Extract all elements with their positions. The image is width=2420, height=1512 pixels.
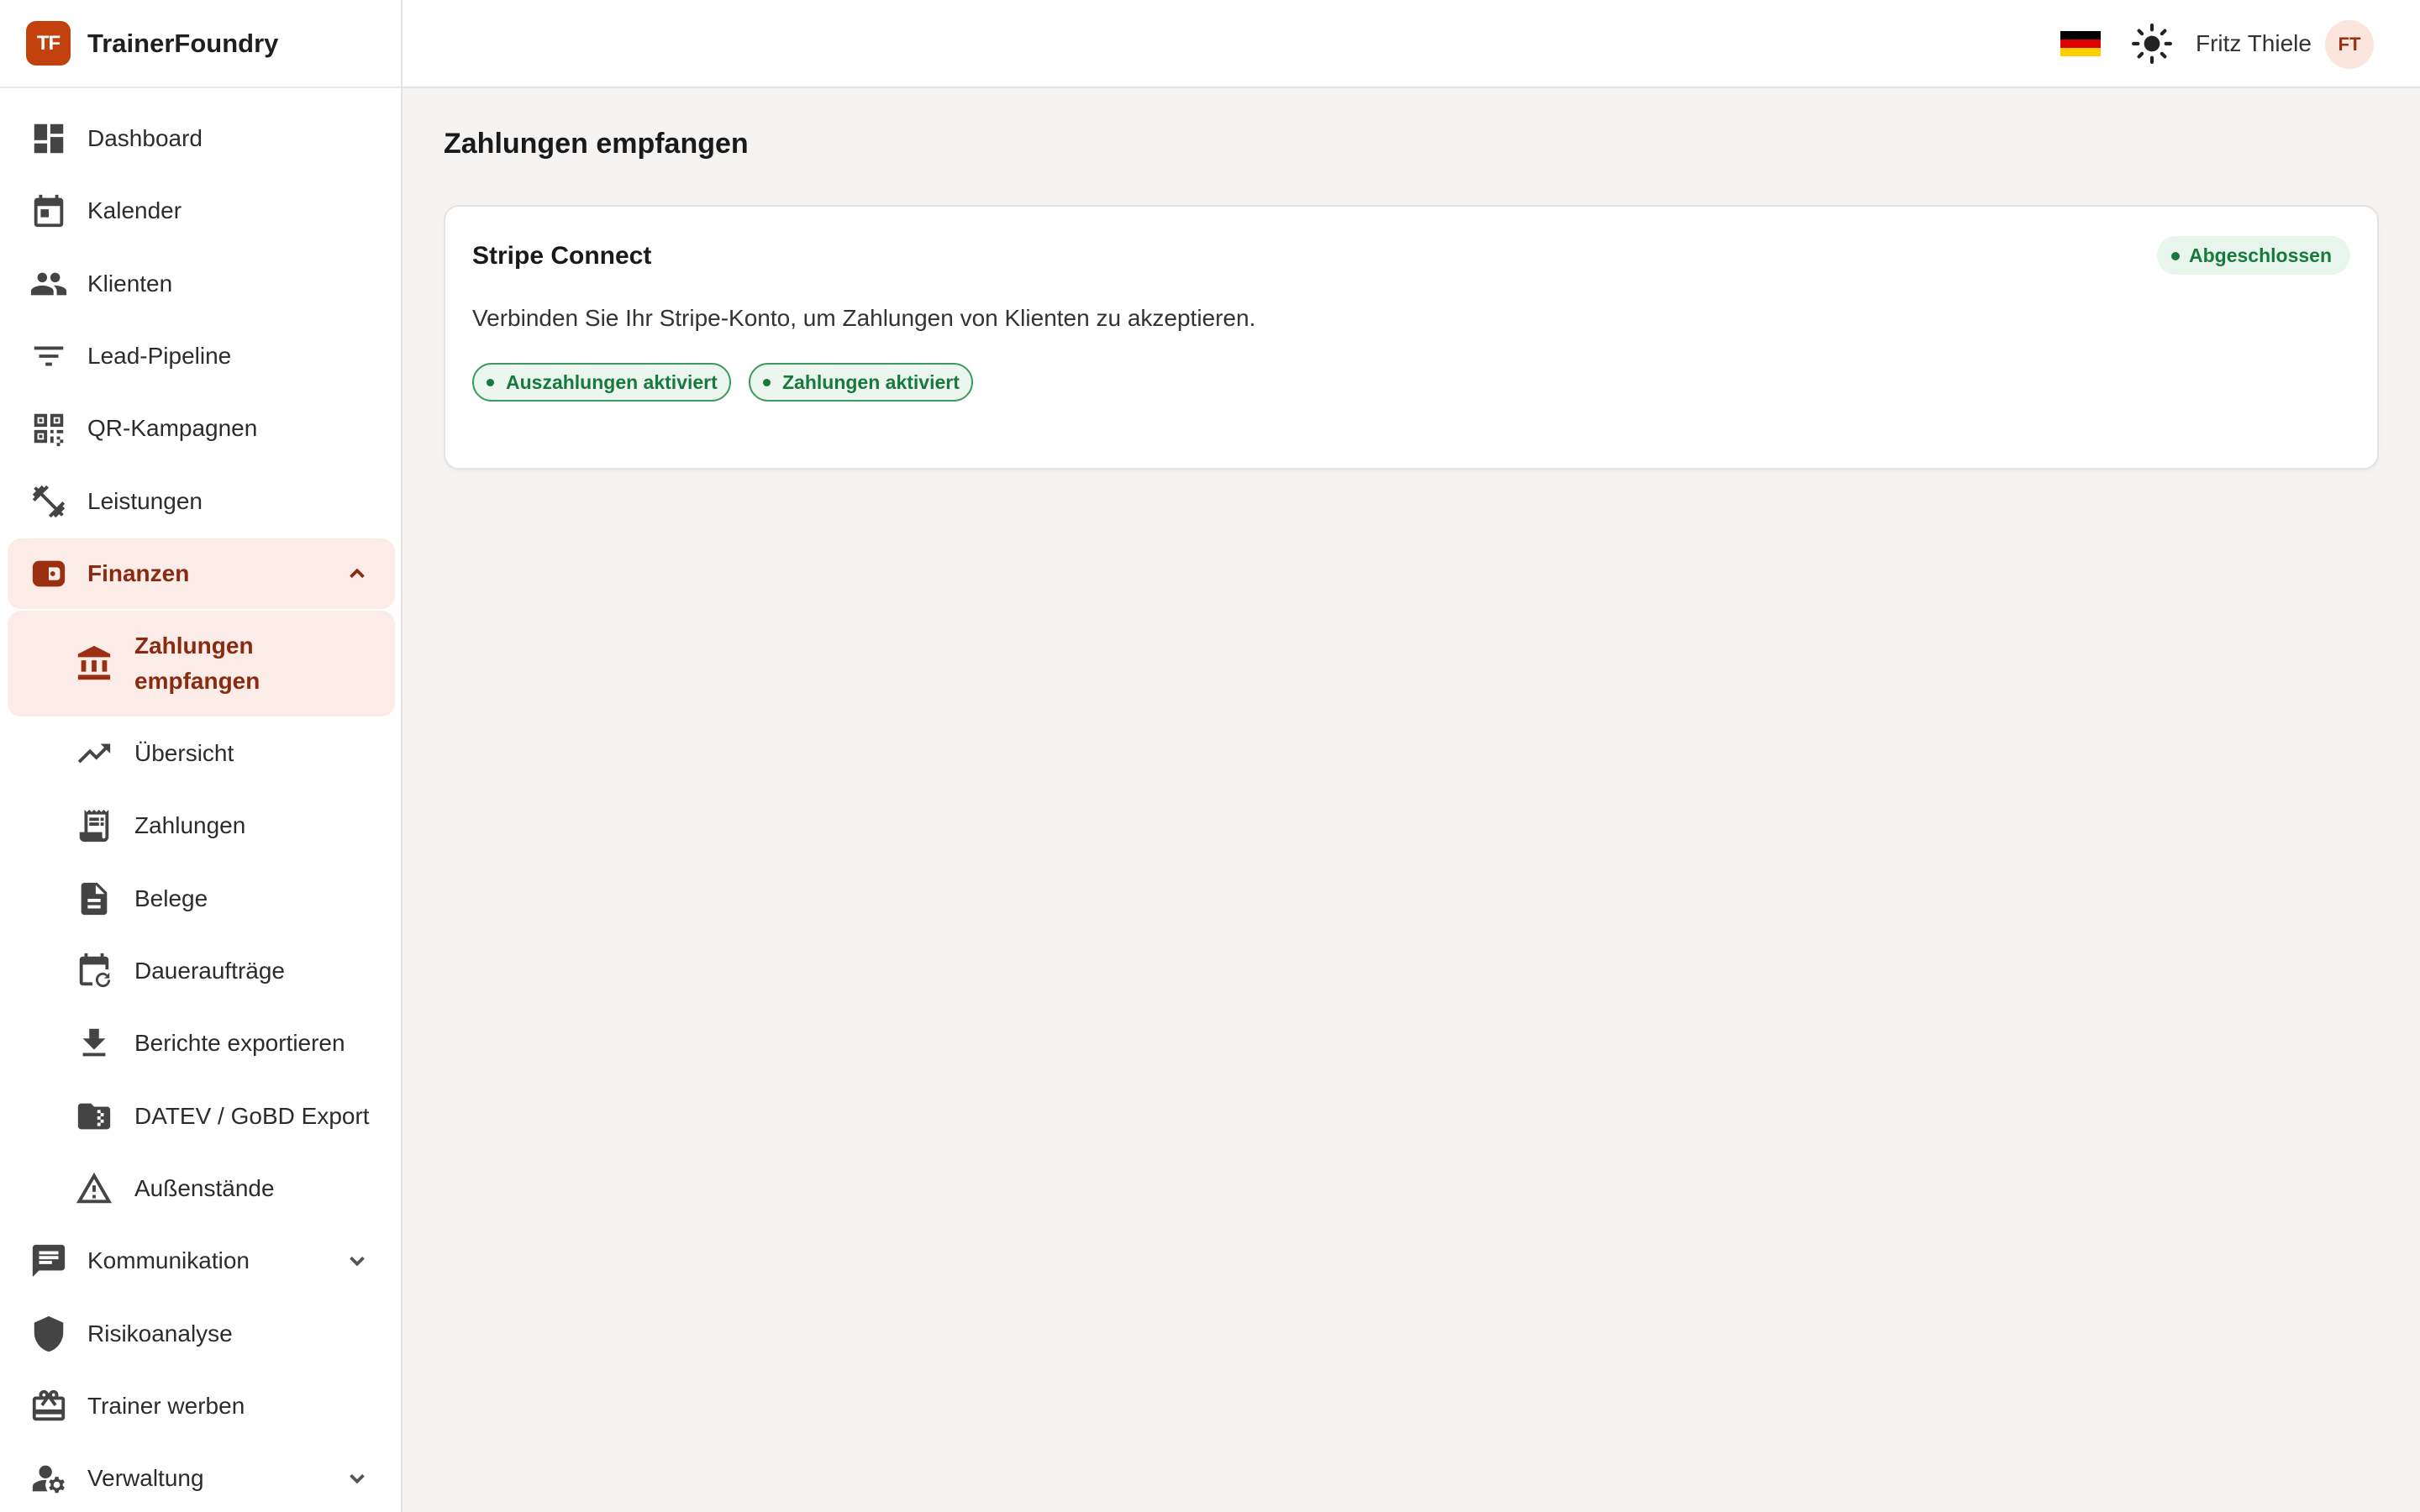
sidebar-item-kommunikation[interactable]: Kommunikation (8, 1226, 395, 1296)
folder-zip-icon (75, 1097, 113, 1136)
sidebar-item-trainer-werben[interactable]: Trainer werben (8, 1371, 395, 1441)
stripe-connect-card: Stripe Connect Abgeschlossen Verbinden S… (444, 205, 2379, 470)
brand-name: TrainerFoundry (87, 28, 279, 58)
sidebar-subitem-aussenstaende[interactable]: Außenstände (8, 1153, 395, 1224)
chevron-up-icon (345, 561, 370, 586)
sidebar-subitem-dauerauftraege[interactable]: Daueraufträge (8, 936, 395, 1006)
chevron-down-icon (345, 1466, 370, 1491)
sidebar-subitem-zahlungen-empfangen[interactable]: Zahlungen empfangen (8, 611, 395, 717)
warning-icon (75, 1169, 113, 1208)
sidebar-item-label: Kommunikation (87, 1247, 250, 1273)
sidebar-item-label: Finanzen (87, 560, 190, 586)
chevron-down-icon (345, 1248, 370, 1273)
sidebar-item-leistungen[interactable]: Leistungen (8, 466, 395, 537)
user-settings-icon (29, 1459, 68, 1498)
sidebar-item-label: Außenstände (134, 1175, 275, 1201)
sidebar-item-dashboard[interactable]: Dashboard (8, 103, 395, 174)
sidebar-subitem-belege[interactable]: Belege (8, 864, 395, 934)
card-title: Stripe Connect (472, 242, 652, 270)
trending-up-icon (75, 734, 113, 773)
sidebar-item-label: Verwaltung (87, 1465, 204, 1491)
sidebar-item-risikoanalyse[interactable]: Risikoanalyse (8, 1299, 395, 1369)
calendar-icon (29, 192, 68, 230)
de-flag-icon[interactable] (2060, 31, 2101, 56)
sidebar-subitem-berichte-exportieren[interactable]: Berichte exportieren (8, 1008, 395, 1079)
sidebar-item-label: Zahlungen empfangen (134, 633, 260, 694)
sidebar-item-qr-kampagnen[interactable]: QR-Kampagnen (8, 393, 395, 464)
sidebar-item-label: Lead-Pipeline (87, 343, 232, 369)
sidebar-subitem-datev-export[interactable]: DATEV / GoBD Export (8, 1081, 395, 1152)
sidebar-item-finanzen[interactable]: Finanzen (8, 538, 395, 609)
chat-icon (29, 1242, 68, 1280)
sidebar-item-label: Kalender (87, 197, 182, 223)
gift-icon (29, 1387, 68, 1425)
sidebar: TF TrainerFoundry Dashboard Kalender Kli… (0, 0, 402, 1512)
receipt-icon (75, 806, 113, 845)
wallet-icon (29, 554, 68, 593)
sidebar-item-label: Berichte exportieren (134, 1030, 345, 1056)
brand[interactable]: TF TrainerFoundry (0, 0, 401, 88)
dumbbell-icon (29, 482, 68, 521)
qr-code-icon (29, 409, 68, 448)
sidebar-item-verwaltung[interactable]: Verwaltung (8, 1443, 395, 1512)
sidebar-item-klienten[interactable]: Klienten (8, 249, 395, 319)
page-title: Zahlungen empfangen (444, 128, 749, 160)
sidebar-item-label: Dashboard (87, 125, 203, 151)
sidebar-item-label: Belege (134, 885, 208, 911)
sidebar-item-label: Risikoanalyse (87, 1320, 233, 1347)
shield-icon (29, 1315, 68, 1353)
download-icon (75, 1024, 113, 1063)
sidebar-item-kalender[interactable]: Kalender (8, 176, 395, 246)
avatar[interactable]: FT (2325, 20, 2374, 69)
brand-logo: TF (26, 21, 71, 66)
sidebar-item-lead-pipeline[interactable]: Lead-Pipeline (8, 321, 395, 391)
payments-enabled-badge: Zahlungen aktiviert (749, 363, 973, 402)
filter-icon (29, 337, 68, 375)
document-icon (75, 879, 113, 918)
bank-icon (75, 644, 113, 683)
dashboard-icon (29, 119, 68, 158)
top-header: Fritz Thiele FT (402, 0, 2420, 88)
sidebar-subitem-zahlungen[interactable]: Zahlungen (8, 790, 395, 861)
sidebar-item-label: Klienten (87, 270, 173, 297)
sidebar-item-label: Leistungen (87, 488, 203, 514)
status-badge: Abgeschlossen (2157, 236, 2350, 275)
sun-icon[interactable] (2131, 23, 2173, 65)
sidebar-item-label: Übersicht (134, 740, 234, 766)
user-name[interactable]: Fritz Thiele (2196, 30, 2312, 57)
card-description: Verbinden Sie Ihr Stripe-Konto, um Zahlu… (472, 305, 1256, 331)
sidebar-subitem-uebersicht[interactable]: Übersicht (8, 718, 395, 789)
people-icon (29, 265, 68, 303)
sidebar-item-label: Zahlungen (134, 812, 246, 838)
calendar-repeat-icon (75, 952, 113, 990)
payouts-enabled-badge: Auszahlungen aktiviert (472, 363, 731, 402)
sidebar-item-label: DATEV / GoBD Export (134, 1103, 370, 1129)
sidebar-item-label: Daueraufträge (134, 958, 286, 984)
sidebar-item-label: Trainer werben (87, 1393, 245, 1419)
sidebar-item-label: QR-Kampagnen (87, 415, 258, 441)
